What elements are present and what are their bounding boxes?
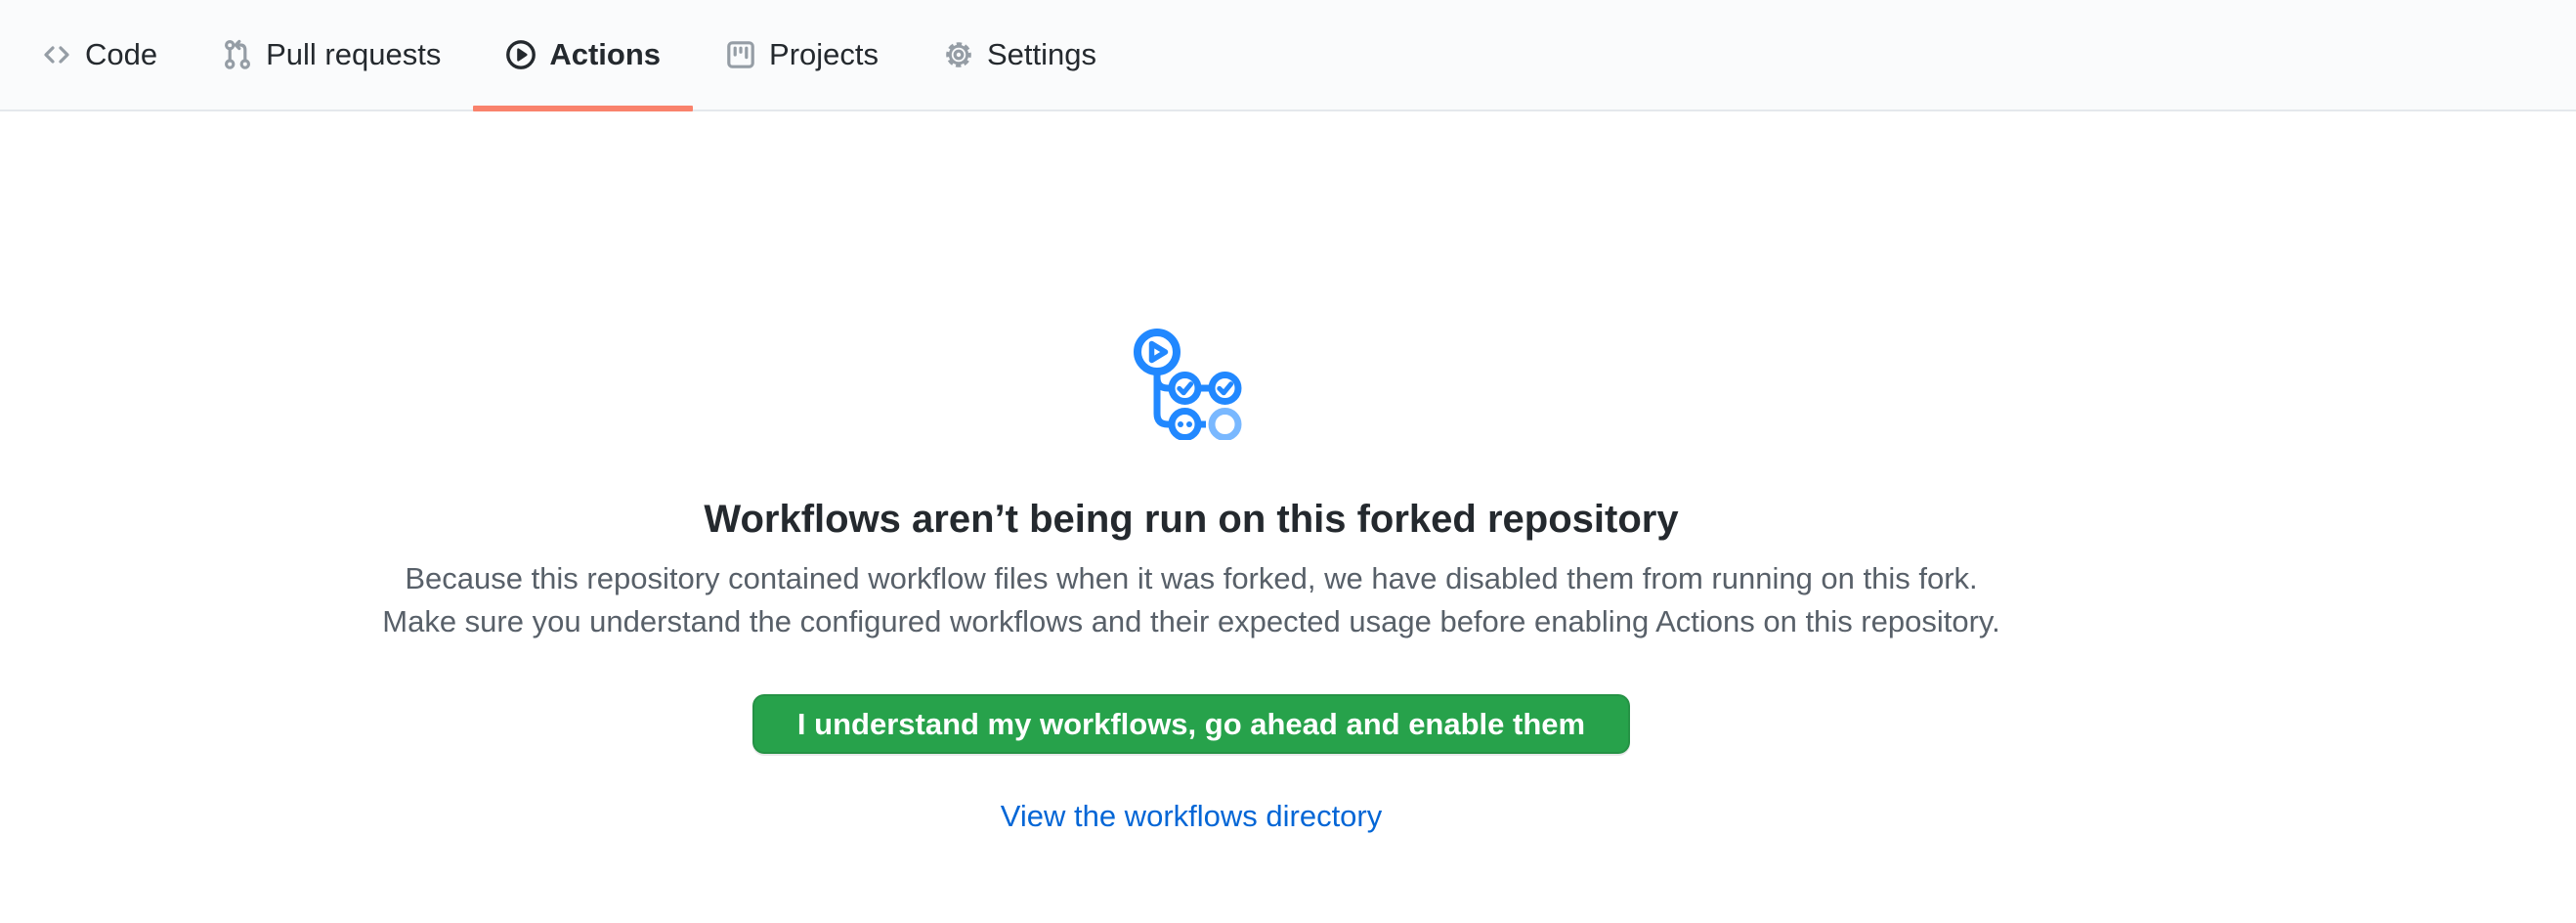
workflow-icon <box>1132 329 1251 440</box>
enable-workflows-button[interactable]: I understand my workflows, go ahead and … <box>752 694 1630 754</box>
repo-nav: Code Pull requests Actions <box>0 0 2576 111</box>
tab-actions-label: Actions <box>549 37 661 72</box>
tab-projects[interactable]: Projects <box>693 0 911 110</box>
view-workflows-directory-link[interactable]: View the workflows directory <box>1001 799 1383 833</box>
tab-code[interactable]: Code <box>9 0 190 110</box>
git-pull-request-icon <box>222 39 253 70</box>
empty-state-title: Workflows aren’t being run on this forke… <box>0 496 2383 544</box>
play-icon <box>505 39 537 70</box>
workflow-illustration <box>0 329 2383 445</box>
tab-settings[interactable]: Settings <box>911 0 1129 110</box>
tab-settings-label: Settings <box>987 37 1096 72</box>
tab-pull-requests-label: Pull requests <box>266 37 441 72</box>
tab-pull-requests[interactable]: Pull requests <box>190 0 473 110</box>
tab-code-label: Code <box>85 37 157 72</box>
project-icon <box>725 39 756 70</box>
actions-empty-state: Workflows aren’t being run on this forke… <box>0 329 2383 834</box>
tab-projects-label: Projects <box>769 37 879 72</box>
code-icon <box>41 39 72 70</box>
gear-icon <box>943 39 974 70</box>
empty-state-description: Because this repository contained workfl… <box>365 557 2017 643</box>
tab-actions[interactable]: Actions <box>473 0 693 110</box>
